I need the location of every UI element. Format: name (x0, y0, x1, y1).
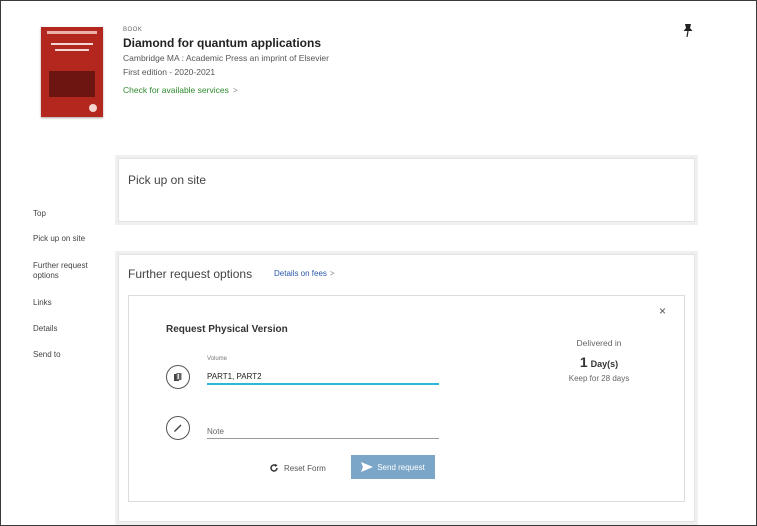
reset-form-label: Reset Form (284, 463, 326, 473)
delivery-duration: 1 Day(s) (549, 354, 649, 370)
nav-item-send-to[interactable]: Send to (33, 350, 61, 360)
nav-item-pick-up[interactable]: Pick up on site (33, 234, 85, 244)
pin-icon[interactable] (682, 23, 694, 39)
nav-item-details[interactable]: Details (33, 324, 57, 334)
book-stack-icon (166, 365, 190, 389)
details-on-fees-link[interactable]: Details on fees > (274, 269, 335, 278)
pickup-section: Pick up on site (118, 158, 695, 222)
send-request-label: Send request (377, 462, 425, 472)
send-request-button[interactable]: Send request (351, 455, 435, 479)
delivery-number: 1 (579, 354, 588, 370)
reset-form-button[interactable]: Reset Form (269, 463, 326, 473)
page-frame: BOOK Diamond for quantum applications Ca… (0, 0, 757, 526)
check-services-label: Check for available services (123, 85, 229, 95)
book-cover-image[interactable] (41, 27, 103, 117)
pickup-heading: Pick up on site (128, 173, 207, 187)
delivery-unit: Day(s) (590, 359, 619, 369)
request-physical-form: × Request Physical Version Volume Del (128, 295, 685, 502)
form-title: Request Physical Version (166, 324, 288, 335)
record-publisher: Cambridge MA : Academic Press an imprint… (123, 53, 329, 63)
record-title[interactable]: Diamond for quantum applications (123, 36, 321, 50)
details-on-fees-label: Details on fees (274, 269, 327, 278)
keep-period: Keep for 28 days (568, 374, 630, 383)
chevron-right-icon: > (232, 85, 238, 95)
record-type: BOOK (123, 27, 143, 33)
further-request-heading: Further request options (128, 267, 253, 281)
note-input[interactable] (207, 425, 439, 439)
delivered-label: Delivered in (576, 338, 622, 348)
nav-item-links[interactable]: Links (33, 298, 52, 308)
volume-label: Volume (207, 356, 228, 362)
further-request-section: Further request options Details on fees >… (118, 254, 695, 522)
delivery-info: Delivered in 1 Day(s) Keep for 28 days (549, 338, 649, 383)
pencil-icon (166, 416, 190, 440)
close-icon[interactable]: × (659, 304, 666, 318)
check-services-link[interactable]: Check for available services > (123, 85, 238, 95)
nav-item-top[interactable]: Top (33, 209, 46, 219)
record-edition: First edition - 2020-2021 (123, 67, 216, 77)
reset-icon (270, 463, 278, 472)
chevron-right-icon: > (329, 269, 335, 278)
volume-input[interactable] (207, 369, 439, 385)
paper-plane-icon (361, 462, 374, 472)
nav-item-further-request[interactable]: Further request options (33, 261, 101, 281)
